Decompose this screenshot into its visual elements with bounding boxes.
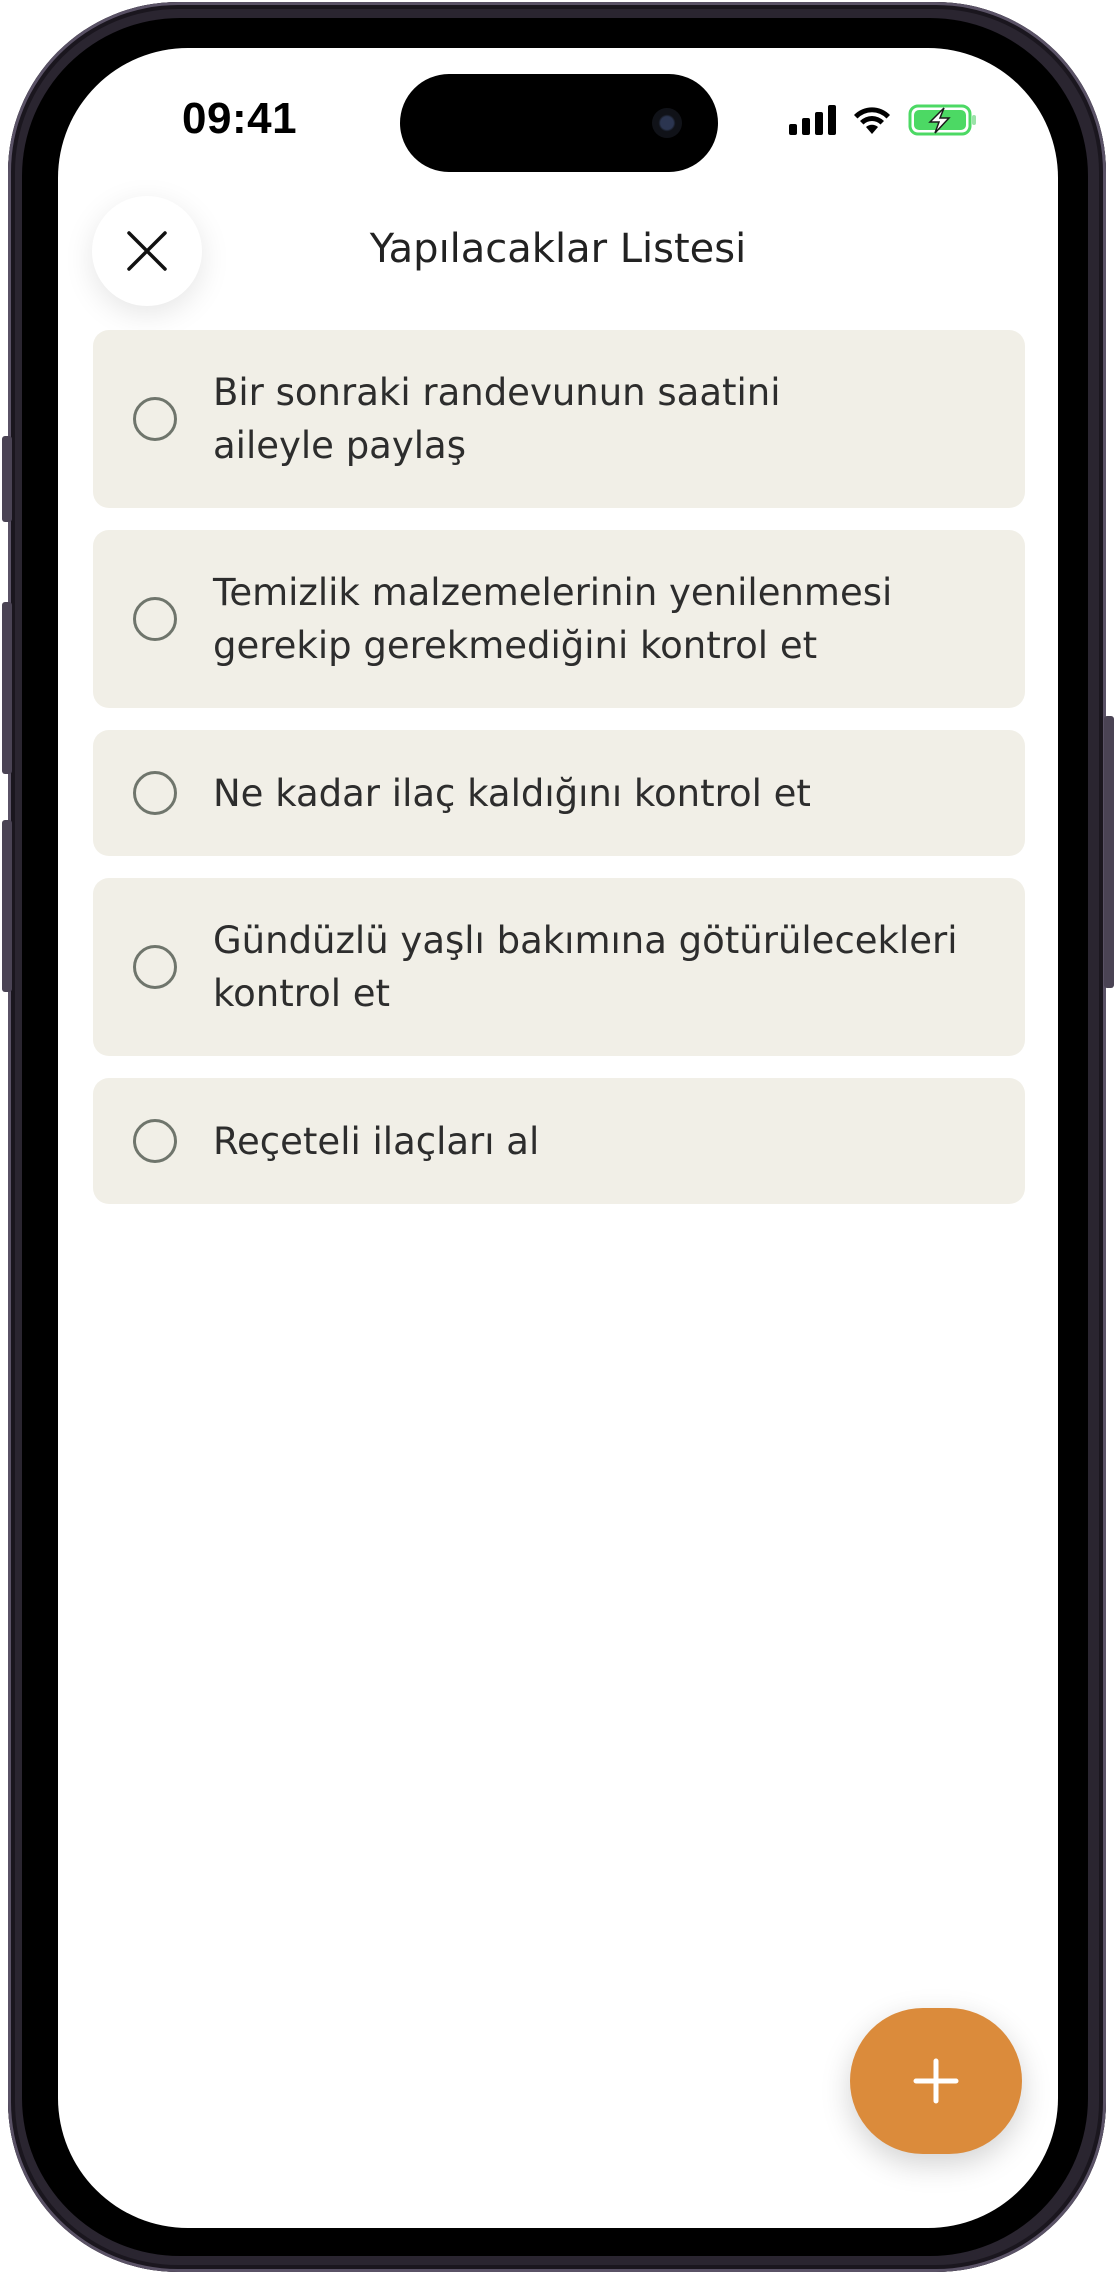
screen: 09:41 Yapılacaklar Listesi Bir sonraki r… xyxy=(58,48,1058,2228)
add-task-button[interactable] xyxy=(850,2008,1022,2154)
task-checkbox[interactable] xyxy=(133,397,177,441)
cellular-signal-icon xyxy=(789,105,836,135)
task-text: Gündüzlü yaşlı bakımına götürülecekleri … xyxy=(213,919,958,1015)
task-text: Bir sonraki randevunun saatini aileyle p… xyxy=(213,371,781,467)
task-checkbox[interactable] xyxy=(133,597,177,641)
task-text: Ne kadar ilaç kaldığını kontrol et xyxy=(213,771,811,815)
page-title: Yapılacaklar Listesi xyxy=(369,226,747,272)
task-checkbox[interactable] xyxy=(133,1119,177,1163)
task-text: Temizlik malzemelerinin yenilenmesi gere… xyxy=(213,571,893,667)
task-list: Bir sonraki randevunun saatini aileyle p… xyxy=(93,330,1025,1226)
power-button xyxy=(1104,716,1114,988)
task-item[interactable]: Ne kadar ilaç kaldığını kontrol et xyxy=(93,730,1025,856)
dynamic-island xyxy=(400,74,718,172)
battery-charging-icon xyxy=(908,104,976,136)
wifi-icon xyxy=(854,107,890,134)
header: Yapılacaklar Listesi xyxy=(58,196,1058,308)
task-item[interactable]: Bir sonraki randevunun saatini aileyle p… xyxy=(93,330,1025,508)
plus-icon xyxy=(913,2058,959,2104)
status-time: 09:41 xyxy=(182,94,298,143)
status-icons xyxy=(789,100,978,140)
task-text: Reçeteli ilaçları al xyxy=(213,1119,540,1163)
task-item[interactable]: Temizlik malzemelerinin yenilenmesi gere… xyxy=(93,530,1025,708)
silent-switch xyxy=(2,436,12,522)
task-checkbox[interactable] xyxy=(133,945,177,989)
task-checkbox[interactable] xyxy=(133,771,177,815)
volume-down-button xyxy=(2,820,12,992)
task-item[interactable]: Reçeteli ilaçları al xyxy=(93,1078,1025,1204)
front-camera-icon xyxy=(652,108,682,138)
volume-up-button xyxy=(2,602,12,774)
task-item[interactable]: Gündüzlü yaşlı bakımına götürülecekleri … xyxy=(93,878,1025,1056)
